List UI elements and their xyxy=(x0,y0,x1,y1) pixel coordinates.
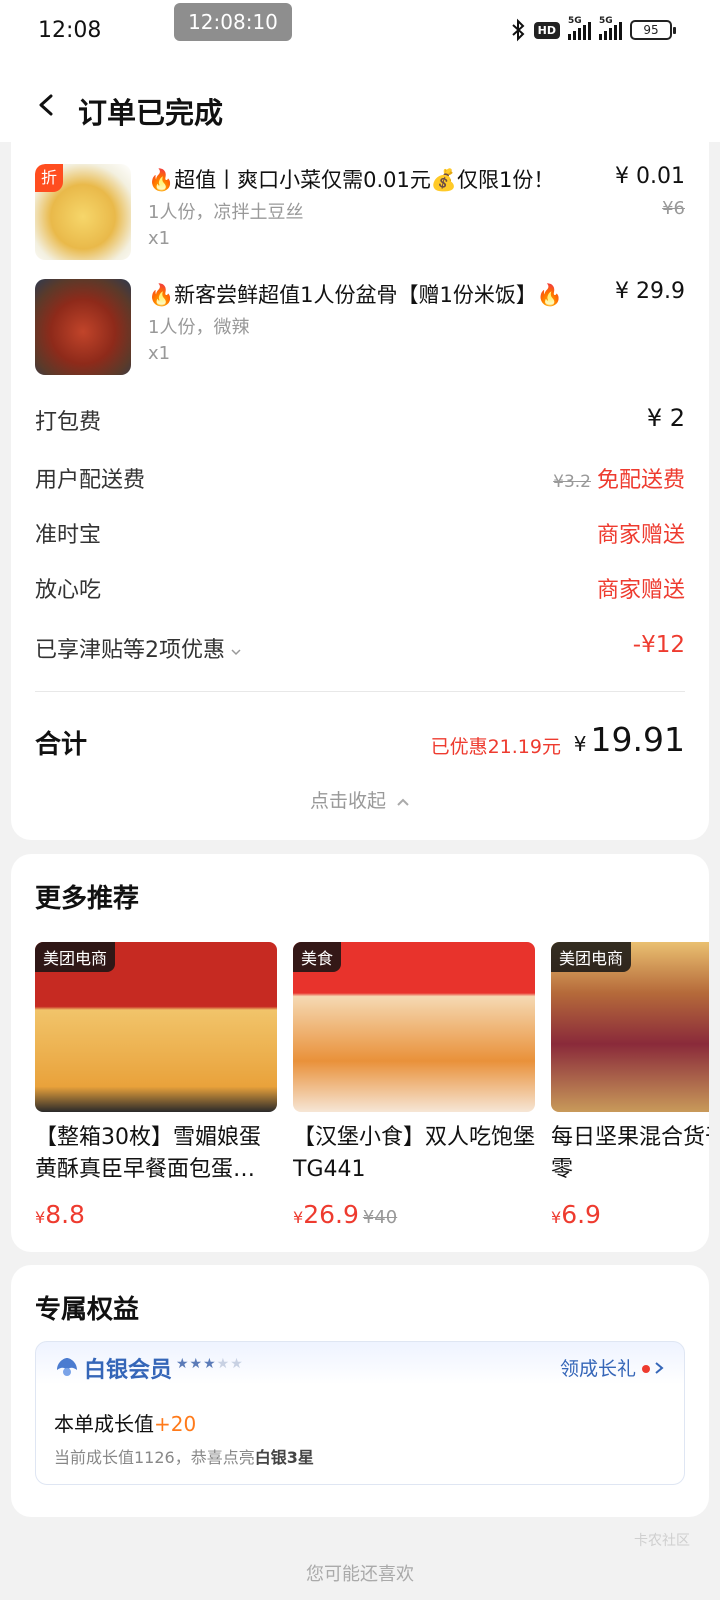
status-bar: 12:08 12:08:10 HD 5G 5G 95 xyxy=(0,0,720,62)
rights-title: 专属权益 xyxy=(35,1295,140,1325)
discount-label[interactable]: 已享津贴等2项优惠 xyxy=(35,632,241,664)
order-card: 折 🔥超值丨爽口小菜仅需0.01元💰仅限1份！ ¥ 0.01 1人份，凉拌土豆丝… xyxy=(11,140,709,840)
member-title: 白银会员 xyxy=(84,1358,173,1383)
rights-card: 专属权益 白银会员 ★★★★★ 领成长礼 本单成长值+20 当前成长值1126，… xyxy=(11,1265,709,1517)
watermark: 卡农社区 xyxy=(634,1533,690,1549)
product-tag: 美食 xyxy=(293,942,342,972)
bottom-hint: 您可能还喜欢 xyxy=(306,1564,414,1585)
product-tag: 美团电商 xyxy=(551,942,632,972)
notification-dot xyxy=(642,1365,650,1373)
bluetooth-icon xyxy=(511,18,525,42)
signal-icon-2: 5G xyxy=(599,16,622,40)
chevron-down-icon xyxy=(231,649,241,656)
status-icons: HD 5G 5G 95 xyxy=(510,16,676,42)
status-time: 12:08 xyxy=(38,18,102,43)
member-box[interactable]: 白银会员 ★★★★★ 领成长礼 本单成长值+20 当前成长值1126，恭喜点亮白… xyxy=(35,1341,685,1485)
delivery-fee-original: ¥3.2 xyxy=(553,472,591,492)
total-amount: ¥19.91 xyxy=(573,720,685,759)
product-name: 【汉堡小食】双人吃饱堡TG441 xyxy=(293,1125,535,1182)
packing-fee-value: ¥ 2 xyxy=(646,404,685,432)
item-name: 🔥新客尝鲜超值1人份盆骨【赠1份米饭】🔥 xyxy=(148,283,564,307)
product-image: 美团电商 xyxy=(35,942,277,1112)
item-quantity: x1 xyxy=(148,228,171,249)
product-price: ¥6.9 xyxy=(551,1200,601,1229)
total-discount: 已优惠21.19元 xyxy=(430,736,561,758)
safe-eat-row: 放心吃 商家赠送 xyxy=(35,572,685,606)
hd-badge: HD xyxy=(533,21,560,39)
signal-icon: 5G xyxy=(568,16,591,40)
item-thumbnail xyxy=(35,279,131,375)
discount-tag: 折 xyxy=(35,164,63,192)
item-original-price: ¥6 xyxy=(662,198,685,219)
packing-fee-row: 打包费 ¥ 2 xyxy=(35,404,685,438)
item-price: ¥ 0.01 xyxy=(615,164,685,189)
growth-gift-link[interactable]: 领成长礼 xyxy=(560,1354,664,1381)
ontime-label: 准时宝 xyxy=(35,523,102,548)
product-image: 美团电商 xyxy=(551,942,709,1112)
product-price: ¥8.8 xyxy=(35,1200,85,1229)
product-name: 【整箱30枚】雪媚娘蛋黄酥真臣早餐面包蛋… xyxy=(35,1125,261,1182)
recommend-item[interactable]: 美团电商 【整箱30枚】雪媚娘蛋黄酥真臣早餐面包蛋… ¥8.8 xyxy=(35,942,277,1232)
battery-icon: 95 xyxy=(630,20,676,40)
ontime-value: 商家赠送 xyxy=(596,523,685,548)
member-badge-icon xyxy=(57,1358,77,1376)
item-quantity: x1 xyxy=(148,343,171,364)
growth-value: 本单成长值+20 xyxy=(54,1412,197,1436)
collapse-button[interactable]: 点击收起 xyxy=(11,786,709,813)
growth-note: 当前成长值1126，恭喜点亮白银3星 xyxy=(54,1448,314,1467)
item-spec: 1人份，凉拌土豆丝 xyxy=(148,202,304,223)
recommend-card: 更多推荐 美团电商 【整箱30枚】雪媚娘蛋黄酥真臣早餐面包蛋… ¥8.8 美食 … xyxy=(11,854,709,1252)
delivery-fee-row: 用户配送费 ¥3.2 免配送费 xyxy=(35,462,685,496)
total-label: 合计 xyxy=(35,730,88,760)
recommend-title: 更多推荐 xyxy=(35,884,140,914)
free-delivery-text: 免配送费 xyxy=(596,468,685,493)
time-overlay: 12:08:10 xyxy=(174,3,292,41)
product-name: 每日坚果混合货干果休闲零 xyxy=(551,1125,709,1182)
page-header: 订单已完成 xyxy=(0,62,720,142)
delivery-fee-label: 用户配送费 xyxy=(35,468,146,493)
chevron-up-icon xyxy=(397,798,409,806)
discount-value: -¥12 xyxy=(632,632,685,658)
packing-fee-label: 打包费 xyxy=(35,410,102,435)
order-item[interactable]: 🔥新客尝鲜超值1人份盆骨【赠1份米饭】🔥 ¥ 29.9 1人份，微辣 x1 xyxy=(35,279,685,379)
discount-row[interactable]: 已享津贴等2项优惠 -¥12 xyxy=(35,632,685,666)
ontime-row: 准时宝 商家赠送 xyxy=(35,517,685,551)
page-title: 订单已完成 xyxy=(78,96,224,130)
product-image: 美食 xyxy=(293,942,535,1112)
product-tag: 美团电商 xyxy=(35,942,116,972)
item-name: 🔥超值丨爽口小菜仅需0.01元💰仅限1份！ xyxy=(148,168,555,192)
safe-eat-value: 商家赠送 xyxy=(596,578,685,603)
chevron-right-icon xyxy=(655,1362,664,1374)
order-item[interactable]: 折 🔥超值丨爽口小菜仅需0.01元💰仅限1份！ ¥ 0.01 1人份，凉拌土豆丝… xyxy=(35,164,685,264)
member-stars: ★★★★★ xyxy=(176,1356,244,1372)
delivery-fee-value: ¥3.2 免配送费 xyxy=(553,462,685,494)
back-arrow-icon[interactable] xyxy=(36,94,58,116)
item-thumbnail: 折 xyxy=(35,164,131,260)
product-original-price: ¥40 xyxy=(362,1207,398,1228)
item-spec: 1人份，微辣 xyxy=(148,317,250,338)
divider xyxy=(35,691,685,692)
recommend-item[interactable]: 美团电商 每日坚果混合货干果休闲零 ¥6.9 xyxy=(551,942,709,1232)
safe-eat-label: 放心吃 xyxy=(35,578,102,603)
product-price: ¥26.9 ¥40 xyxy=(293,1200,398,1229)
recommend-item[interactable]: 美食 【汉堡小食】双人吃饱堡TG441 ¥26.9 ¥40 xyxy=(293,942,535,1232)
item-price: ¥ 29.9 xyxy=(615,279,685,304)
